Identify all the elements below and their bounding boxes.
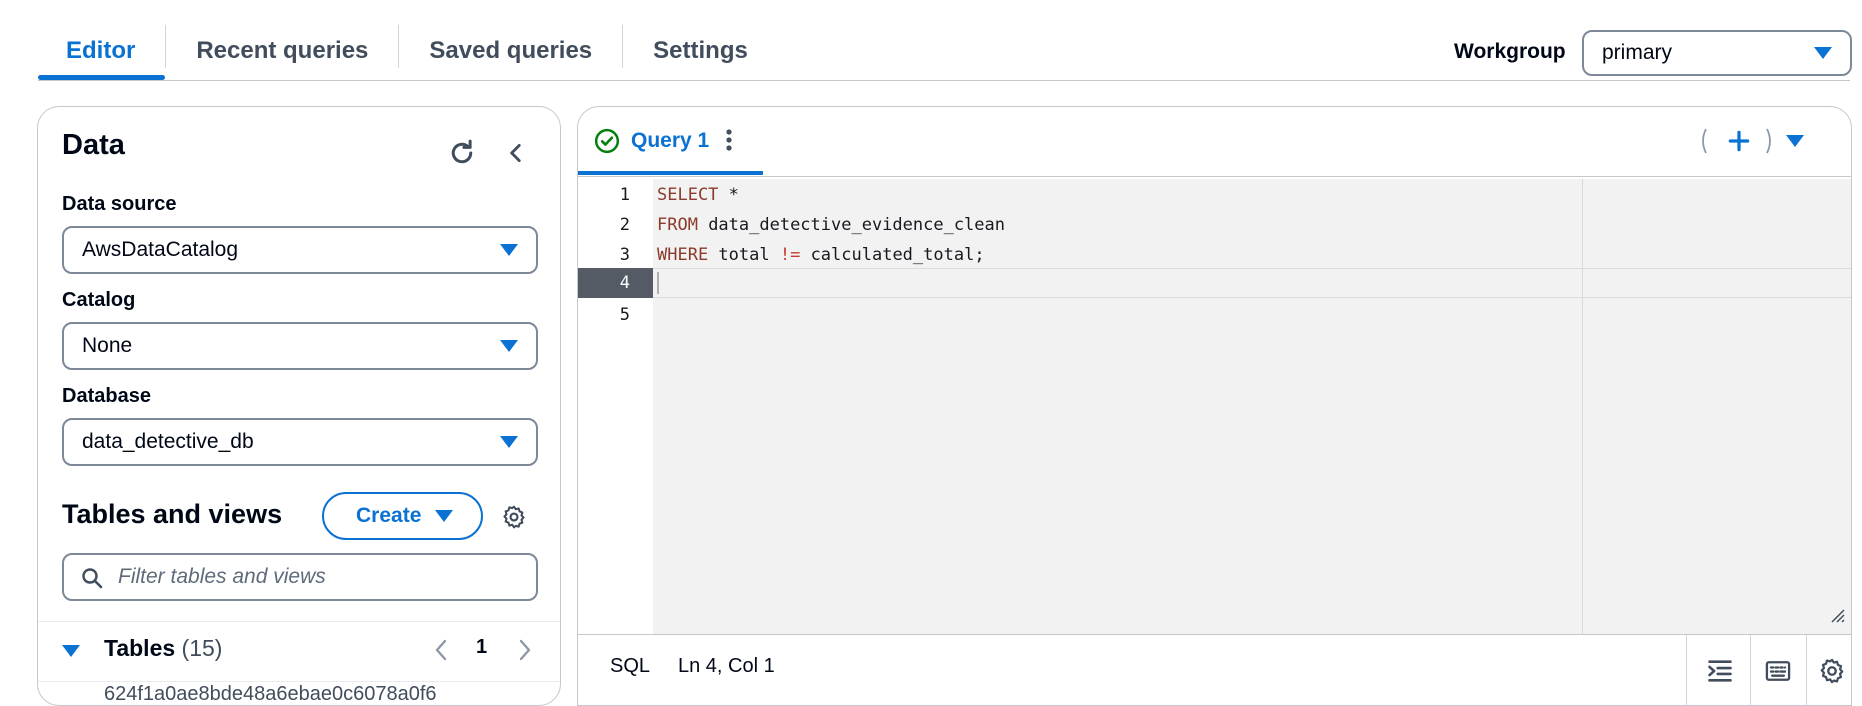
- code-text: data_detective_evidence_clean: [697, 215, 1005, 235]
- tab-settings[interactable]: Settings: [623, 22, 778, 80]
- more-options-icon[interactable]: [723, 127, 735, 158]
- tab-recent-queries[interactable]: Recent queries: [166, 22, 398, 80]
- catalog-value: None: [82, 334, 133, 357]
- expand-caret-icon[interactable]: [62, 645, 80, 657]
- tab-settings-label: Settings: [653, 37, 748, 64]
- collapse-panel-icon[interactable]: [496, 133, 536, 173]
- keyword: SELECT: [657, 185, 719, 205]
- tab-saved-queries[interactable]: Saved queries: [399, 22, 622, 80]
- caret-down-icon: [500, 340, 518, 352]
- workgroup-label: Workgroup: [1454, 40, 1566, 63]
- line-number: 3: [619, 245, 630, 265]
- resize-handle-icon[interactable]: [1829, 607, 1845, 628]
- tables-group-header[interactable]: Tables (15) 1: [38, 621, 560, 681]
- refresh-icon[interactable]: [442, 133, 482, 173]
- right-paren-icon: [1763, 125, 1777, 162]
- tables-heading: Tables (15): [104, 635, 222, 662]
- line-number: 2: [619, 215, 630, 235]
- tab-saved-queries-label: Saved queries: [429, 37, 593, 64]
- text-cursor: [657, 272, 659, 294]
- left-paren-icon: [1696, 125, 1710, 162]
- line-number: 1: [619, 185, 630, 205]
- line-number-active: 4: [578, 268, 653, 298]
- catalog-select[interactable]: None: [62, 322, 538, 370]
- query-editor-panel: Query 1 1 2 3 4 5 SELECT * FROM data_det…: [577, 106, 1852, 706]
- tables-label: Tables: [104, 635, 176, 661]
- line-number-gutter: 1 2 3 4 5: [578, 179, 653, 634]
- divider: [1806, 635, 1807, 705]
- create-button[interactable]: Create: [322, 492, 483, 540]
- query-tab-label: Query 1: [631, 129, 710, 152]
- editor-status-bar: SQL Ln 4, Col 1: [578, 634, 1851, 705]
- data-source-label: Data source: [62, 193, 177, 215]
- tabs-baseline: [38, 80, 1850, 81]
- tables-and-views-title: Tables and views: [62, 499, 283, 529]
- operator: !=: [779, 245, 801, 265]
- editor-settings-icon[interactable]: [1818, 657, 1846, 690]
- code-line-1: SELECT *: [657, 185, 739, 205]
- line-number: 5: [619, 305, 630, 325]
- caret-down-icon: [1814, 47, 1832, 59]
- code-line-2: FROM data_detective_evidence_clean: [657, 215, 1005, 235]
- filter-tables-input[interactable]: Filter tables and views: [62, 553, 538, 601]
- data-source-select[interactable]: AwsDataCatalog: [62, 226, 538, 274]
- data-panel: Data Data source AwsDataCatalog Catalog …: [37, 106, 561, 706]
- data-source-value: AwsDataCatalog: [82, 238, 239, 261]
- database-label: Database: [62, 385, 151, 407]
- main-tabs: Editor Recent queries Saved queries Sett…: [38, 22, 778, 80]
- workgroup-select[interactable]: primary: [1582, 30, 1852, 76]
- code-line-3: WHERE total != calculated_total;: [657, 245, 985, 265]
- next-page-icon[interactable]: [514, 637, 534, 668]
- create-button-label: Create: [356, 504, 422, 527]
- language-indicator: SQL: [610, 655, 651, 677]
- success-check-icon: [594, 128, 620, 159]
- code-editor[interactable]: 1 2 3 4 5 SELECT * FROM data_detective_e…: [578, 179, 1851, 634]
- add-query-tab-icon[interactable]: [1726, 128, 1752, 159]
- previous-page-icon[interactable]: [432, 637, 452, 668]
- caret-down-icon: [500, 244, 518, 256]
- workgroup-value: primary: [1602, 41, 1673, 64]
- code-text: *: [718, 185, 739, 205]
- caret-down-icon: [435, 510, 453, 522]
- tab-menu-caret-icon[interactable]: [1786, 135, 1804, 147]
- caret-down-icon: [500, 436, 518, 448]
- query-tab[interactable]: Query 1: [578, 107, 763, 175]
- code-text: calculated_total;: [800, 245, 985, 265]
- print-margin: [1582, 179, 1583, 634]
- keyword: WHERE: [657, 245, 709, 265]
- table-list-item[interactable]: 624f1a0ae8bde48a6ebae0c6078a0f6: [104, 683, 437, 706]
- editor-tab-baseline: [578, 176, 1851, 177]
- active-tab-indicator: [578, 171, 763, 175]
- keyboard-icon[interactable]: [1764, 657, 1792, 690]
- tab-editor-label: Editor: [66, 37, 136, 64]
- tables-count: (15): [181, 635, 223, 661]
- filter-placeholder: Filter tables and views: [118, 565, 326, 588]
- divider: [1686, 635, 1687, 705]
- code-text: total: [708, 245, 780, 265]
- catalog-label: Catalog: [62, 289, 136, 311]
- divider: [38, 681, 560, 682]
- database-select[interactable]: data_detective_db: [62, 418, 538, 466]
- gear-icon[interactable]: [496, 499, 532, 535]
- keyword: FROM: [657, 215, 698, 235]
- search-icon: [80, 566, 104, 596]
- active-line-highlight: [653, 268, 1851, 298]
- cursor-position: Ln 4, Col 1: [678, 655, 775, 677]
- format-indent-icon[interactable]: [1706, 657, 1734, 690]
- database-value: data_detective_db: [82, 430, 254, 453]
- divider: [1750, 635, 1751, 705]
- panel-title: Data: [62, 129, 125, 161]
- tab-recent-queries-label: Recent queries: [196, 37, 369, 64]
- tab-editor[interactable]: Editor: [38, 22, 166, 80]
- page-number[interactable]: 1: [476, 636, 487, 659]
